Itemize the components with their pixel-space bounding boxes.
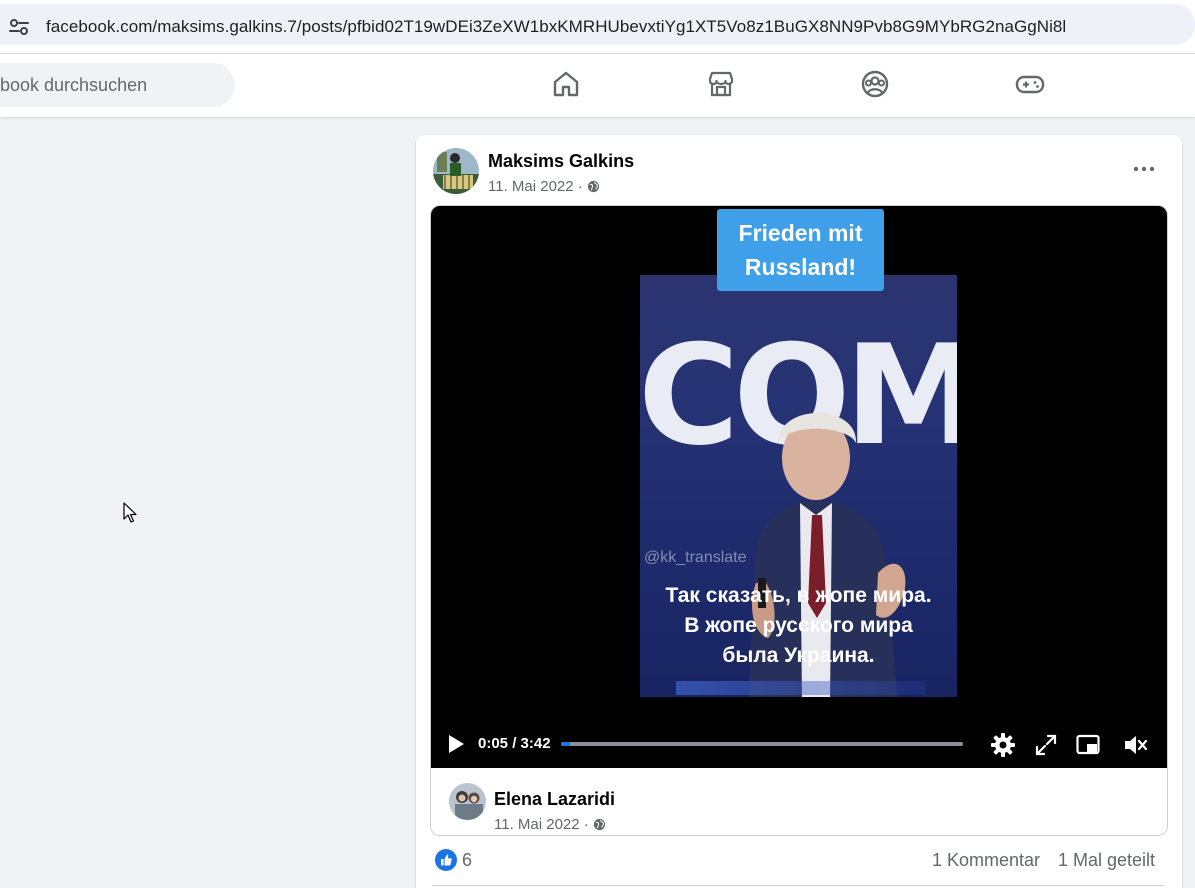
video-progress-bar[interactable]	[561, 742, 963, 746]
video-player[interactable]: COMP @kk_translate Так сказать, в жопе м…	[431, 206, 1167, 768]
subtitle-line-2: В жопе русского мира	[684, 614, 913, 637]
url-text[interactable]: facebook.com/maksims.galkins.7/posts/pfb…	[46, 17, 1066, 37]
video-progress-fill	[561, 742, 571, 746]
marketplace-icon[interactable]	[705, 68, 737, 100]
author-avatar[interactable]	[433, 148, 479, 194]
footer-divider	[432, 885, 1164, 886]
search-placeholder: book durchsuchen	[0, 75, 148, 95]
reactions-bar: 6 1 Kommentar 1 Mal geteilt	[416, 847, 1182, 879]
gaming-icon[interactable]	[1014, 68, 1046, 100]
groups-icon[interactable]	[859, 68, 891, 100]
post-card: Maksims Galkins 11. Mai 2022 · COMP	[416, 135, 1182, 888]
video-lower-bar	[676, 681, 926, 695]
shared-post: COMP @kk_translate Так сказать, в жопе м…	[430, 205, 1168, 836]
globe-icon	[587, 180, 599, 193]
mouse-cursor-icon	[123, 502, 137, 523]
facebook-top-nav: book durchsuchen	[0, 54, 1195, 117]
video-subtitle: Так сказать, в жопе мира. В жопе русског…	[640, 581, 957, 671]
like-count[interactable]: 6	[462, 850, 472, 871]
subtitle-line-3: была Украина.	[722, 644, 875, 667]
globe-icon	[593, 818, 605, 831]
url-field[interactable]: facebook.com/maksims.galkins.7/posts/pfb…	[0, 4, 1195, 45]
video-watermark: @kk_translate	[644, 549, 747, 566]
shared-author-avatar[interactable]	[449, 783, 486, 820]
post-date-text[interactable]: 11. Mai 2022 ·	[488, 178, 583, 195]
like-reaction-icon[interactable]	[435, 849, 457, 871]
search-input[interactable]: book durchsuchen	[0, 63, 235, 107]
site-settings-icon[interactable]	[8, 16, 30, 38]
post-author-name[interactable]: Maksims Galkins	[488, 151, 634, 172]
shared-author-name[interactable]: Elena Lazaridi	[494, 789, 615, 810]
subtitle-line-1: Так сказать, в жопе мира.	[665, 584, 932, 607]
picture-in-picture-icon[interactable]	[1075, 732, 1101, 758]
settings-gear-icon[interactable]	[990, 732, 1016, 758]
video-caption-box: Frieden mit Russland!	[717, 209, 884, 291]
home-icon[interactable]	[550, 68, 582, 100]
caption-line-1: Frieden mit	[738, 220, 863, 246]
browser-address-bar: facebook.com/maksims.galkins.7/posts/pfb…	[0, 0, 1195, 54]
shares-count-link[interactable]: 1 Mal geteilt	[1058, 850, 1155, 871]
fullscreen-icon[interactable]	[1033, 732, 1059, 758]
video-time: 0:05 / 3:42	[478, 735, 551, 752]
shared-post-date[interactable]: 11. Mai 2022 ·	[494, 816, 606, 833]
caption-line-2: Russland!	[744, 254, 857, 280]
more-options-icon[interactable]	[1129, 159, 1159, 179]
video-controls: 0:05 / 3:42	[431, 727, 1167, 761]
shared-post-date-text[interactable]: 11. Mai 2022 ·	[494, 816, 589, 833]
muted-speaker-icon[interactable]	[1122, 732, 1148, 758]
comments-count-link[interactable]: 1 Kommentar	[932, 850, 1040, 871]
video-frame: COMP @kk_translate Так сказать, в жопе м…	[640, 275, 957, 697]
post-date[interactable]: 11. Mai 2022 ·	[488, 178, 600, 195]
shared-post-header: Elena Lazaridi 11. Mai 2022 ·	[431, 768, 1167, 835]
play-icon[interactable]	[447, 734, 465, 754]
